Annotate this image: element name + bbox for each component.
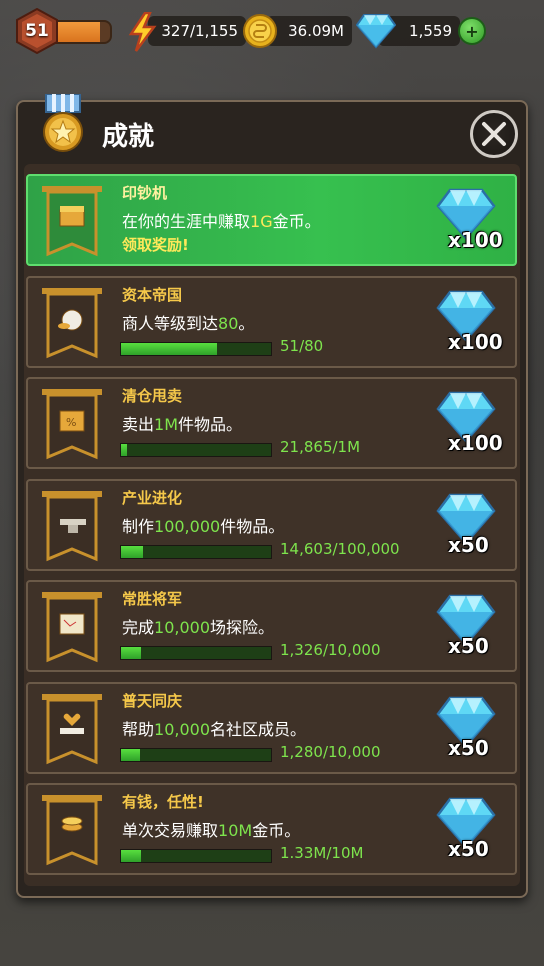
- achievement-progress-bar: [120, 443, 272, 457]
- star-medal-icon: [43, 94, 83, 152]
- achievement-title: 有钱，任性!: [122, 793, 204, 811]
- reward-quantity: x50: [448, 634, 489, 658]
- achievement-row[interactable]: 资本帝国商人等级到达80。 51/80 x100: [26, 276, 517, 368]
- description-target: 1G: [250, 212, 273, 231]
- achievement-progress-bar: [120, 748, 272, 762]
- description-target: 10,000: [154, 618, 210, 637]
- achievement-progress-text: 51/80: [280, 337, 324, 355]
- achievement-title: 清仓甩卖: [122, 387, 183, 405]
- coin-stack-icon: [42, 795, 102, 866]
- panel-title: 成就: [102, 122, 155, 152]
- achievement-description: 单次交易赚取10M金币。: [122, 817, 300, 841]
- achievement-title: 资本帝国: [122, 286, 183, 304]
- achievement-progress-bar: [120, 849, 272, 863]
- add-gems-button[interactable]: +: [458, 17, 486, 45]
- achievement-description: 卖出1M件物品。: [122, 411, 242, 435]
- description-target: 100,000: [154, 517, 221, 536]
- description-text: 单次交易赚取: [122, 821, 219, 840]
- description-text: 完成: [122, 618, 155, 637]
- achievement-progress-bar: [120, 646, 272, 660]
- description-text: 。: [238, 314, 255, 333]
- description-target: 10,000: [154, 720, 210, 739]
- gold-counter[interactable]: 36.09M: [266, 16, 352, 46]
- achievement-title: 普天同庆: [122, 692, 183, 710]
- reward-quantity: x50: [448, 533, 489, 557]
- description-text: 件物品。: [220, 517, 285, 536]
- energy-counter[interactable]: 327/1,155: [148, 16, 246, 46]
- reward-quantity: x100: [448, 330, 503, 354]
- description-text: 帮助: [122, 720, 155, 739]
- player-level: 51: [25, 21, 49, 41]
- lightning-icon: [128, 12, 157, 52]
- gold-value: 36.09M: [288, 22, 344, 40]
- progress-fill: [121, 647, 141, 659]
- close-icon: [482, 122, 506, 146]
- achievement-progress-text: 14,603/100,000: [280, 540, 400, 558]
- achievement-description: 完成10,000场探险。: [122, 614, 274, 638]
- description-text: 制作: [122, 517, 155, 536]
- close-button[interactable]: [470, 110, 518, 158]
- money-bag-icon: [42, 288, 102, 359]
- reward-quantity: x50: [448, 736, 489, 760]
- progress-fill: [121, 343, 217, 355]
- description-target: 1M: [154, 415, 178, 434]
- reward-quantity: x50: [448, 837, 489, 861]
- claim-reward-button[interactable]: 领取奖励!: [122, 234, 189, 255]
- achievement-description: 帮助10,000名社区成员。: [122, 716, 306, 740]
- progress-fill: [121, 444, 127, 456]
- description-text: 金币。: [252, 821, 301, 840]
- description-text: 在你的生涯中赚取: [122, 212, 251, 231]
- achievement-progress-text: 1.33M/10M: [280, 844, 364, 862]
- achievement-row[interactable]: 常胜将军完成10,000场探险。 1,326/10,000 x50: [26, 580, 517, 672]
- description-text: 场探险。: [210, 618, 275, 637]
- achievement-row[interactable]: 有钱，任性! 单次交易赚取10M金币。 1.33M/10M x50: [26, 783, 517, 875]
- description-text: 件物品。: [178, 415, 243, 434]
- achievement-title: 印钞机: [122, 184, 168, 202]
- achievement-title: 常胜将军: [122, 590, 183, 608]
- top-bar: 51 327/1,155 36.09M 1,559 +: [0, 0, 544, 64]
- achievement-progress-text: 1,326/10,000: [280, 641, 381, 659]
- description-target: 10M: [218, 821, 253, 840]
- progress-fill: [121, 749, 141, 761]
- energy-value: 327/1,155: [161, 22, 238, 40]
- description-text: 商人等级到达: [122, 314, 219, 333]
- achievement-progress-text: 1,280/10,000: [280, 743, 381, 761]
- progress-fill: [121, 546, 143, 558]
- diamond-icon: [356, 14, 396, 49]
- discount-crate-icon: %: [42, 389, 102, 460]
- achievement-row[interactable]: 普天同庆帮助10,000名社区成员。 1,280/10,000 x50: [26, 682, 517, 774]
- gem-value: 1,559: [409, 22, 452, 40]
- achievement-description: 商人等级到达80。: [122, 310, 254, 334]
- achievement-description: 制作100,000件物品。: [122, 513, 284, 537]
- description-text: 金币。: [272, 212, 321, 231]
- anvil-icon: [42, 491, 102, 562]
- reward-quantity: x100: [448, 431, 503, 455]
- achievement-title: 产业进化: [122, 489, 183, 507]
- level-progress-fill: [56, 22, 101, 42]
- coin-icon: [243, 14, 277, 48]
- achievement-progress-bar: [120, 342, 272, 356]
- description-target: 80: [218, 314, 239, 333]
- achievement-description: 在你的生涯中赚取1G金币。: [122, 208, 321, 232]
- description-text: 名社区成员。: [210, 720, 307, 739]
- achievement-row[interactable]: 产业进化制作100,000件物品。 14,603/100,000 x50: [26, 479, 517, 571]
- treasure-chest-icon: [42, 186, 102, 257]
- achievement-row[interactable]: % 清仓甩卖卖出1M件物品。 21,865/1M x100: [26, 377, 517, 469]
- progress-fill: [121, 850, 141, 862]
- reward-quantity: x100: [448, 228, 503, 252]
- heart-hand-icon: [42, 694, 102, 765]
- level-progress-bar: [54, 20, 112, 44]
- svg-text:%: %: [66, 416, 76, 429]
- achievement-progress-text: 21,865/1M: [280, 438, 361, 456]
- achievement-progress-bar: [120, 545, 272, 559]
- description-text: 卖出: [122, 415, 155, 434]
- achievement-row[interactable]: 印钞机 在你的生涯中赚取1G金币。 领取奖励! x100: [26, 174, 517, 266]
- treasure-map-icon: [42, 592, 102, 663]
